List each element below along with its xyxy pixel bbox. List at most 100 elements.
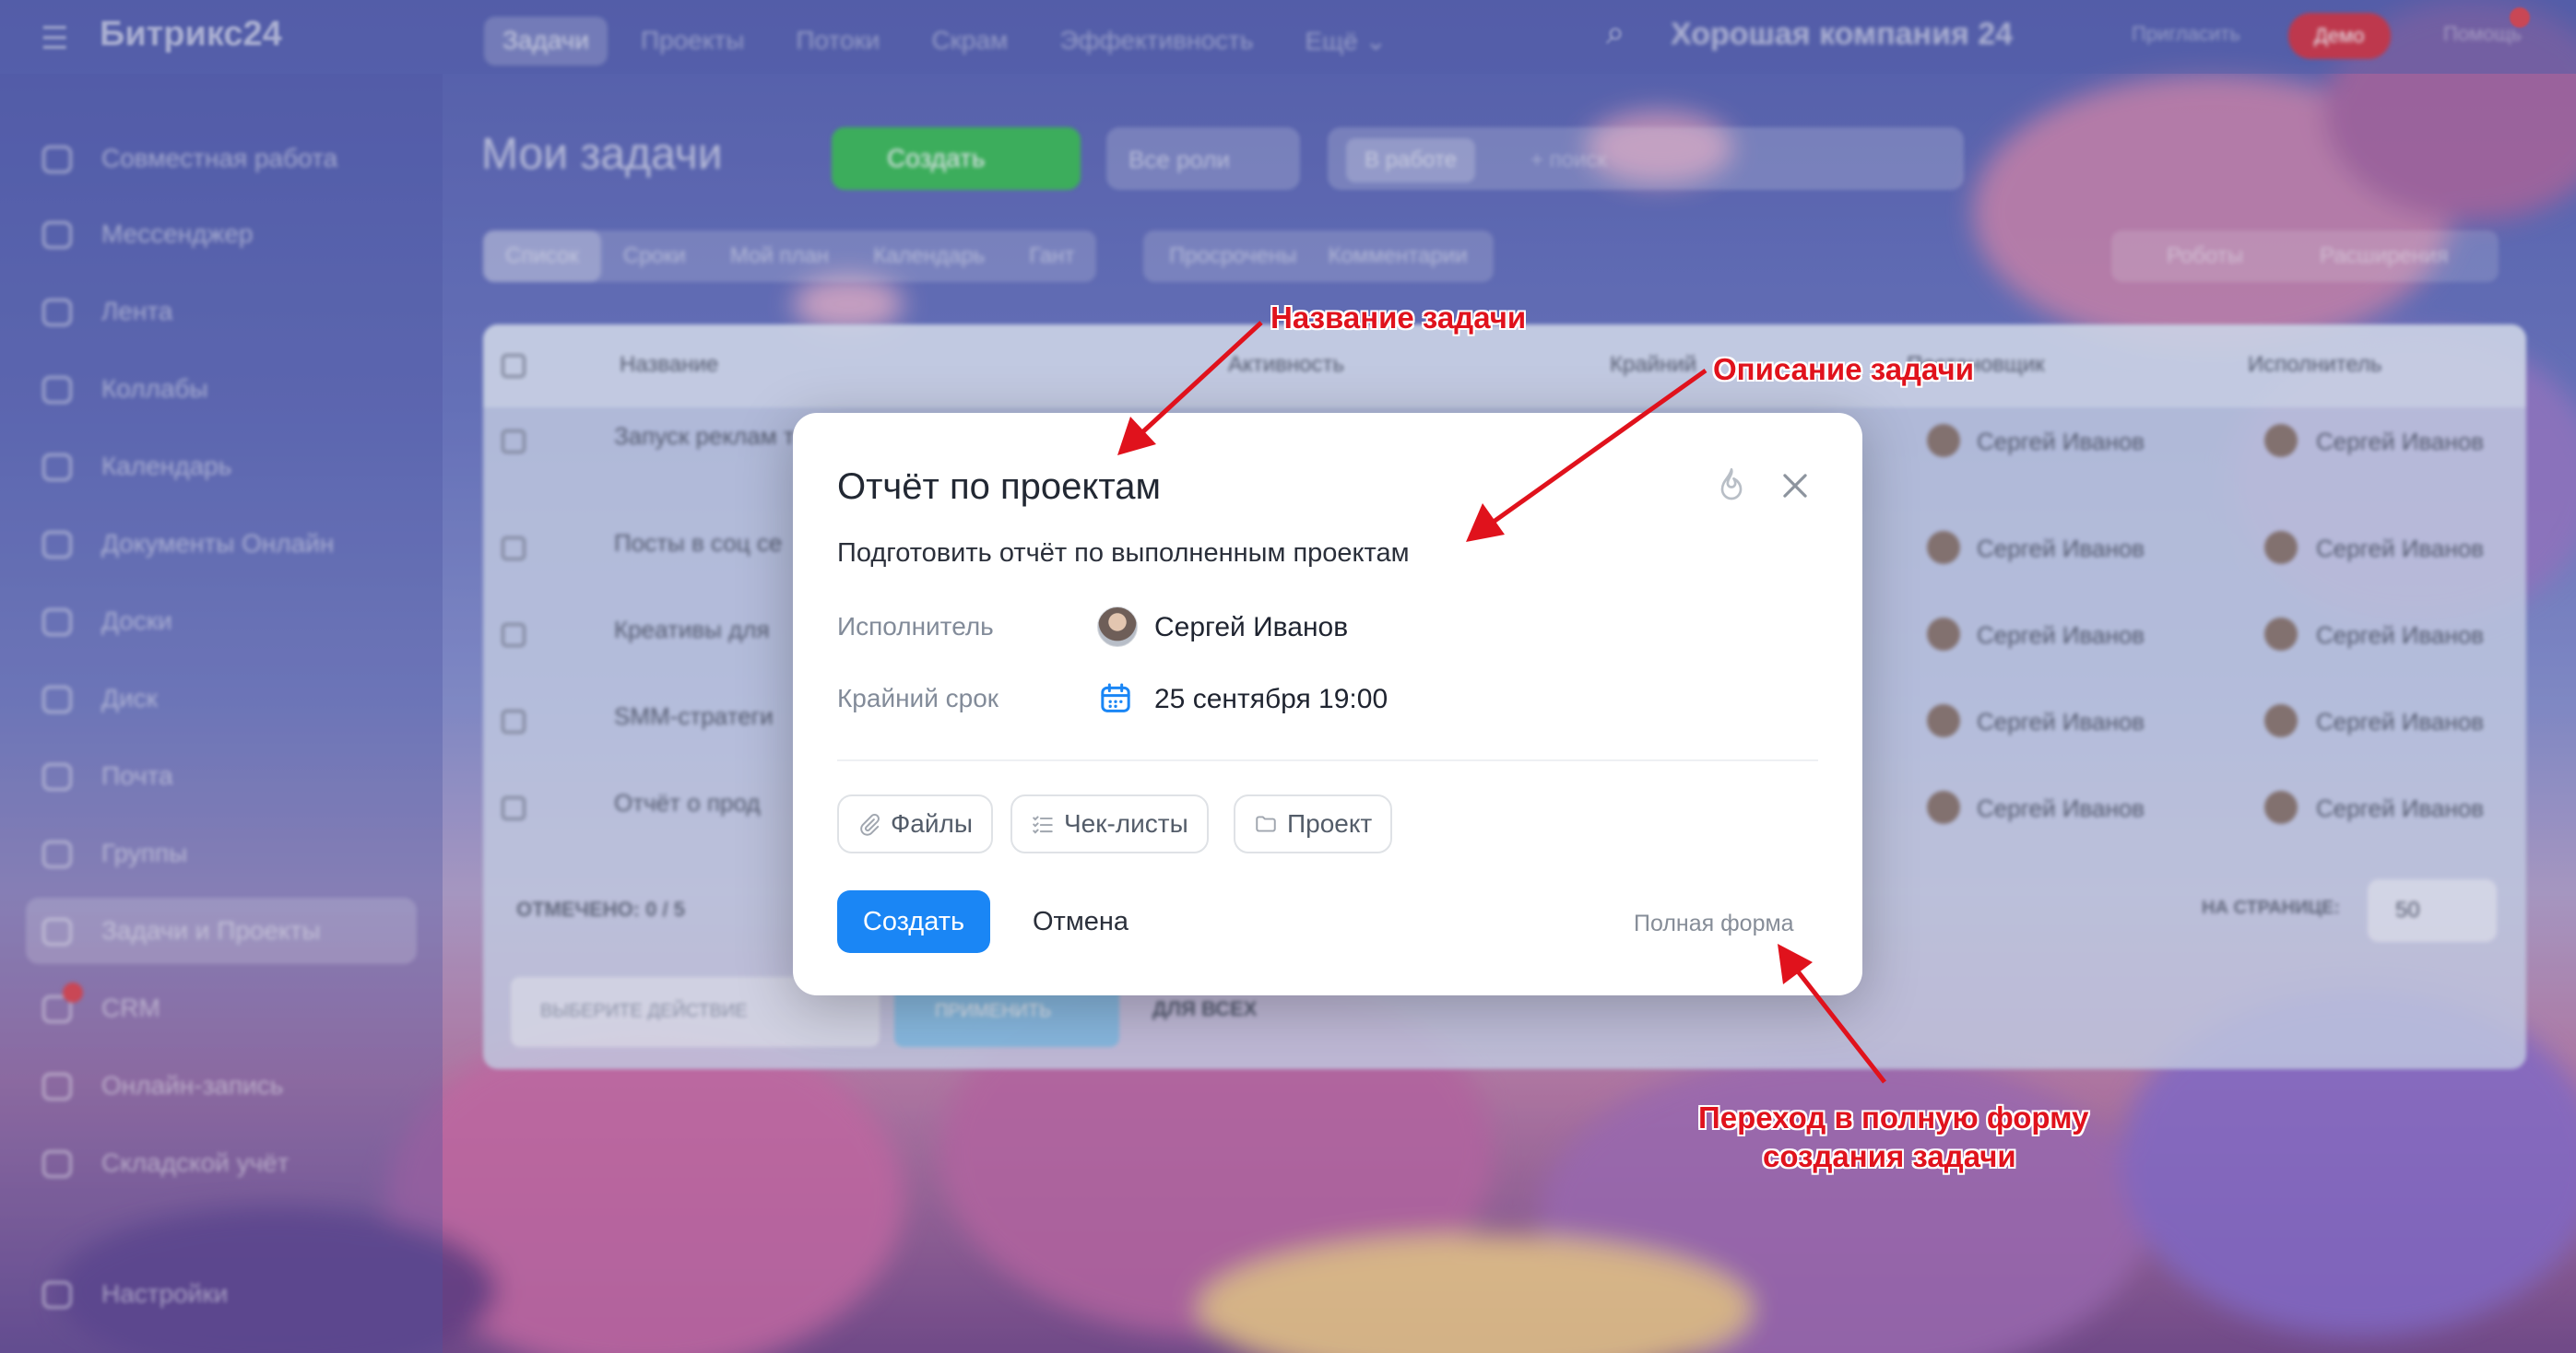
sidebar-item-crm[interactable]: CRM: [26, 975, 417, 1041]
menu-icon[interactable]: ☰: [41, 20, 68, 57]
sidebar-item-mail[interactable]: Почта: [26, 743, 417, 809]
tab-my-plan[interactable]: Мой план: [708, 230, 851, 282]
column-name[interactable]: Название: [620, 352, 718, 378]
row-checkbox[interactable]: [502, 429, 526, 453]
sidebar-item-label: Календарь: [101, 452, 232, 480]
topnav-efficiency[interactable]: Эффективность: [1041, 17, 1271, 65]
gear-icon: [42, 1281, 72, 1309]
sidebar-item-collabs[interactable]: Коллабы: [26, 356, 417, 422]
counter-comments[interactable]: Комментарии: [1318, 230, 1476, 282]
callout-task-description: Описание задачи: [1713, 352, 1974, 386]
row-title[interactable]: Креативы для: [614, 616, 798, 644]
tab-list[interactable]: Список: [483, 230, 601, 282]
sidebar-item-label: Лента: [101, 297, 173, 325]
row-checkbox[interactable]: [502, 710, 526, 734]
sidebar-item-messenger[interactable]: Мессенджер: [26, 201, 417, 267]
row-assignee[interactable]: Сергей Иванов: [2316, 535, 2484, 563]
sidebar-item-documents[interactable]: Документы Онлайн: [26, 511, 417, 577]
sidebar-item-booking[interactable]: Онлайн-запись: [26, 1053, 417, 1119]
row-assignee[interactable]: Сергей Иванов: [2316, 708, 2484, 736]
extensions-button[interactable]: Расширения: [2320, 243, 2449, 269]
checkbox-icon: [42, 918, 72, 946]
crm-badge: [63, 982, 83, 1003]
row-creator[interactable]: Сергей Иванов: [1977, 708, 2145, 736]
app-logo[interactable]: Битрикс24: [100, 15, 282, 54]
assignee-value[interactable]: Сергей Иванов: [1154, 612, 1348, 643]
company-name[interactable]: Хорошая компания 24: [1671, 17, 2013, 53]
collab-icon: [42, 146, 72, 173]
topnav-tasks[interactable]: Задачи: [484, 17, 609, 65]
row-checkbox[interactable]: [502, 623, 526, 647]
row-creator[interactable]: Сергей Иванов: [1977, 621, 2145, 650]
row-title[interactable]: Отчёт о прод: [614, 789, 798, 818]
row-creator[interactable]: Сергей Иванов: [1977, 428, 2145, 456]
checklists-button[interactable]: Чек-листы: [1010, 794, 1209, 853]
create-button[interactable]: Создать: [837, 890, 990, 953]
roles-dropdown[interactable]: Все роли: [1106, 127, 1300, 190]
inventory-icon: [42, 1150, 72, 1178]
avatar: [2264, 424, 2298, 457]
topnav-scrum[interactable]: Скрам: [913, 17, 1026, 65]
tab-gantt[interactable]: Гант: [1007, 230, 1096, 282]
row-title[interactable]: SMM-стратеги: [614, 702, 798, 731]
sidebar-item-boards[interactable]: Доски: [26, 588, 417, 654]
column-assignee[interactable]: Исполнитель: [2248, 352, 2382, 378]
sidebar-item-feed[interactable]: Лента: [26, 278, 417, 345]
sidebar-item-groups[interactable]: Группы: [26, 820, 417, 887]
create-task-button[interactable]: Создать: [832, 127, 1081, 190]
help-button[interactable]: Помощь: [2443, 22, 2522, 46]
files-button[interactable]: Файлы: [837, 794, 993, 853]
topnav-more[interactable]: Ещё ⌄: [1286, 17, 1405, 65]
sidebar-item-collab-group[interactable]: Совместная работа: [26, 125, 417, 192]
full-form-link[interactable]: Полная форма: [1634, 911, 1794, 937]
search-placeholder: + поиск: [1530, 147, 1607, 172]
robots-button[interactable]: Роботы: [2167, 243, 2243, 269]
sidebar-item-calendar[interactable]: Календарь: [26, 433, 417, 500]
topnav-projects[interactable]: Проекты: [622, 17, 762, 65]
top-navigation: Задачи Проекты Потоки Скрам Эффективност…: [484, 17, 1405, 65]
row-creator[interactable]: Сергей Иванов: [1977, 794, 2145, 823]
row-title[interactable]: Запуск реклам тестирование: [614, 422, 798, 451]
sidebar-item-settings[interactable]: Настройки: [26, 1261, 417, 1327]
row-creator[interactable]: Сергей Иванов: [1977, 535, 2145, 563]
sidebar-item-label: Почта: [101, 761, 173, 790]
action-placeholder: ВЫБЕРИТЕ ДЕЙСТВИЕ: [540, 1001, 748, 1021]
per-page-select[interactable]: 50: [2368, 879, 2497, 942]
calendar-icon: [42, 453, 72, 481]
topnav-flows[interactable]: Потоки: [777, 17, 898, 65]
project-button[interactable]: Проект: [1234, 794, 1393, 853]
cancel-button[interactable]: Отмена: [1033, 907, 1128, 937]
column-deadline[interactable]: Крайний: [1610, 352, 1696, 378]
sidebar-item-disk[interactable]: Диск: [26, 665, 417, 732]
counter-overdue[interactable]: Просрочены: [1160, 230, 1306, 282]
close-icon[interactable]: [1778, 468, 1813, 503]
filter-chip[interactable]: В работе: [1346, 138, 1476, 182]
avatar: [1927, 531, 1960, 564]
tab-calendar[interactable]: Календарь: [851, 230, 1007, 282]
for-all-checkbox[interactable]: ДЛЯ ВСЕХ: [1152, 997, 1257, 1021]
column-activity[interactable]: Активность: [1228, 352, 1344, 378]
select-all-checkbox[interactable]: [502, 354, 526, 378]
flame-icon[interactable]: [1713, 466, 1750, 503]
search-icon[interactable]: ⌕: [1606, 13, 1625, 53]
sidebar-item-inventory[interactable]: Складской учёт: [26, 1130, 417, 1196]
row-assignee[interactable]: Сергей Иванов: [2316, 794, 2484, 823]
row-checkbox[interactable]: [502, 536, 526, 560]
invite-button[interactable]: Пригласить: [2132, 22, 2240, 46]
tab-deadlines[interactable]: Сроки: [601, 230, 708, 282]
sidebar-item-tasks[interactable]: Задачи и Проекты: [26, 898, 417, 964]
filter-search-field[interactable]: В работе + поиск: [1328, 127, 1964, 190]
help-badge: [2510, 7, 2530, 28]
row-title[interactable]: Посты в соц се: [614, 529, 798, 558]
row-assignee[interactable]: Сергей Иванов: [2316, 428, 2484, 456]
deadline-value[interactable]: 25 сентября 19:00: [1154, 684, 1388, 715]
avatar[interactable]: [1097, 606, 1138, 647]
calendar-icon[interactable]: [1097, 680, 1134, 717]
task-description-input[interactable]: Подготовить отчёт по выполненным проекта…: [837, 538, 1410, 569]
task-title-input[interactable]: Отчёт по проектам: [837, 466, 1161, 508]
quick-task-dialog: Отчёт по проектам Подготовить отчёт по в…: [793, 413, 1862, 995]
row-checkbox[interactable]: [502, 796, 526, 820]
avatar: [1927, 618, 1960, 651]
demo-button[interactable]: Демо: [2288, 13, 2391, 59]
row-assignee[interactable]: Сергей Иванов: [2316, 621, 2484, 650]
